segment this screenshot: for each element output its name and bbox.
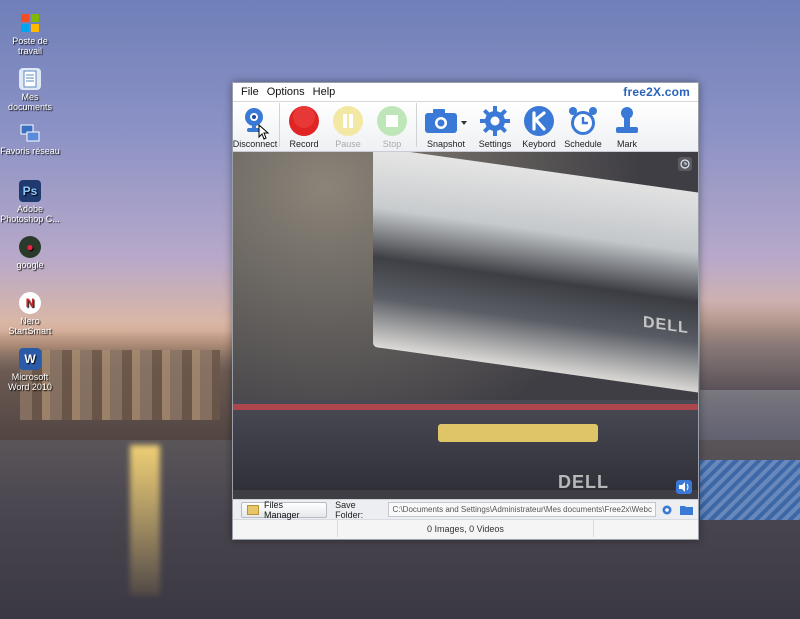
desktop-icon-label: Favoris réseau <box>0 146 60 156</box>
webcam-preview[interactable]: DELL DELL <box>233 152 698 499</box>
free2x-webcam-window: File Options Help free2X.com Disconnect … <box>232 82 699 540</box>
preview-lower-image <box>233 400 698 490</box>
save-folder-input[interactable] <box>388 502 657 517</box>
status-right-panel <box>593 520 698 537</box>
desktop-icon-photoshop[interactable]: Ps Adobe Photoshop C... <box>0 180 60 224</box>
status-bar: 0 Images, 0 Videos <box>233 519 698 537</box>
menu-help[interactable]: Help <box>313 86 336 98</box>
keyboard-button[interactable]: Keybord <box>517 105 561 149</box>
snapshot-label: Snapshot <box>426 139 466 149</box>
toolbar-separator <box>279 103 280 147</box>
pause-icon <box>332 105 364 137</box>
desktop-icon-label: Nero StartSmart <box>8 316 52 336</box>
toolbar: Disconnect Record Pause Stop Snapshot Se… <box>233 102 698 152</box>
menu-bar: File Options Help free2X.com <box>233 83 698 102</box>
folder-settings-button[interactable] <box>659 502 675 517</box>
desktop-icon-label: google <box>16 260 44 270</box>
timer-icon[interactable] <box>678 157 692 171</box>
desktop-wallpaper-bridge <box>700 460 800 520</box>
disconnect-button[interactable]: Disconnect <box>233 105 277 149</box>
record-button[interactable]: Record <box>282 105 326 149</box>
network-icon <box>19 122 41 144</box>
preview-watermark: DELL <box>558 472 609 492</box>
keyboard-k-icon <box>523 105 555 137</box>
stop-label: Stop <box>382 139 402 149</box>
desktop-wallpaper-reflection <box>130 445 160 595</box>
volume-icon[interactable] <box>676 480 692 494</box>
record-icon <box>288 105 320 137</box>
status-left-panel <box>233 520 338 537</box>
open-folder-button[interactable] <box>678 502 694 517</box>
menu-file[interactable]: File <box>241 86 259 98</box>
record-label: Record <box>289 139 319 149</box>
desktop-icon-poste-de-travail[interactable]: Poste de travail <box>0 12 60 56</box>
desktop-icon-label: Adobe Photoshop C... <box>0 204 60 224</box>
snapshot-button[interactable]: Snapshot <box>419 105 473 149</box>
open-folder-icon <box>679 506 693 515</box>
keyboard-label: Keybord <box>522 139 556 149</box>
folder-icon <box>247 504 259 515</box>
pause-button[interactable]: Pause <box>326 105 370 149</box>
preview-red-stripe <box>233 404 698 410</box>
stop-icon <box>376 105 408 137</box>
status-counts: 0 Images, 0 Videos <box>427 523 504 534</box>
desktop-icon-label: Poste de travail <box>12 36 48 56</box>
word-icon: W <box>19 348 41 370</box>
gear-small-icon <box>662 505 672 514</box>
photoshop-icon: Ps <box>19 180 41 202</box>
desktop-icon-mes-documents[interactable]: Mes documents <box>0 68 60 112</box>
schedule-button[interactable]: Schedule <box>561 105 605 149</box>
files-manager-label: Files Manager <box>264 499 300 520</box>
settings-label: Settings <box>478 139 512 149</box>
mark-label: Mark <box>617 139 637 149</box>
preview-yellow-light <box>438 424 598 442</box>
stamp-icon <box>611 105 643 137</box>
camera-icon <box>422 105 470 137</box>
stop-button[interactable]: Stop <box>370 105 414 149</box>
preview-monitor-image <box>373 152 698 394</box>
mark-button[interactable]: Mark <box>605 105 649 149</box>
gear-icon <box>479 105 511 137</box>
desktop-icon-favoris-reseau[interactable]: Favoris réseau <box>0 122 60 156</box>
alarm-clock-icon <box>567 105 599 137</box>
desktop-icon-nero[interactable]: N Nero StartSmart <box>0 292 60 336</box>
footer-bar: Files Manager Save Folder: <box>233 499 698 520</box>
settings-button[interactable]: Settings <box>473 105 517 149</box>
save-folder-label: Save Folder: <box>335 499 364 520</box>
desktop-icon-label: Microsoft Word 2010 <box>8 372 52 392</box>
desktop-icon-label: Mes documents <box>7 92 53 112</box>
toolbar-separator <box>416 103 417 147</box>
google-icon: ● <box>19 236 41 258</box>
pause-label: Pause <box>335 139 361 149</box>
disconnect-label: Disconnect <box>232 139 278 149</box>
menu-options[interactable]: Options <box>267 86 305 98</box>
documents-folder-icon <box>19 68 41 90</box>
desktop-wallpaper-city-right <box>700 300 800 390</box>
schedule-label: Schedule <box>564 139 602 149</box>
nero-icon: N <box>19 292 41 314</box>
windows-logo-icon <box>19 12 41 34</box>
mouse-cursor-icon <box>258 124 270 140</box>
brand-logo[interactable]: free2X.com <box>623 85 690 99</box>
desktop-icon-google[interactable]: ● google <box>0 236 60 270</box>
files-manager-button[interactable]: Files Manager <box>241 499 328 520</box>
desktop-icon-word[interactable]: W Microsoft Word 2010 <box>0 348 60 392</box>
